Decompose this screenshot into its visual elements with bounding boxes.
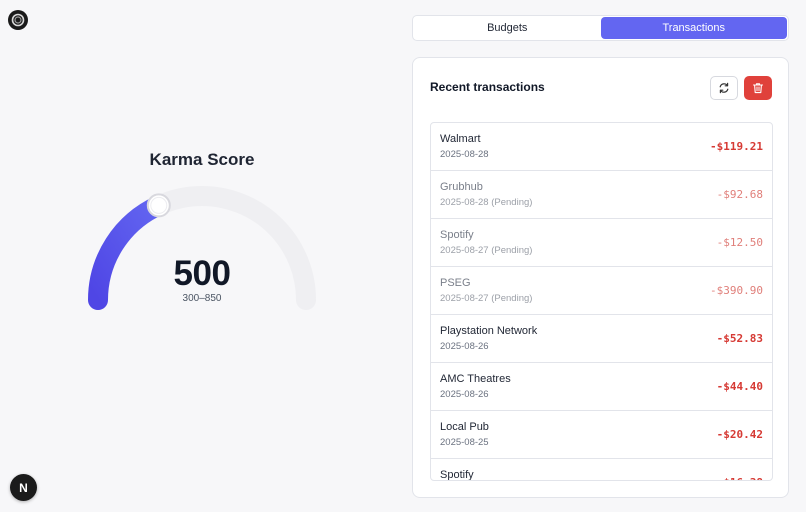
transaction-amount: -$390.90	[710, 284, 763, 297]
transaction-name: AMC Theatres	[440, 373, 511, 385]
trash-icon	[752, 83, 764, 94]
transaction-amount: -$44.40	[716, 380, 763, 393]
transaction-name: Spotify	[440, 469, 474, 481]
transaction-date: 2025-08-25	[440, 437, 489, 448]
transaction-name: Local Pub	[440, 421, 489, 433]
transaction-amount: -$20.42	[716, 428, 763, 441]
transaction-row[interactable]: Spotify 2025-08-27 (Pending) -$12.50	[431, 219, 772, 267]
transaction-amount: -$52.83	[716, 332, 763, 345]
transaction-date: 2025-08-28	[440, 149, 489, 160]
karma-score-range: 300–850	[182, 293, 222, 304]
recent-transactions-card: Recent transactions Walmart 2025-08-28 -$1…	[412, 57, 789, 498]
tab-budgets[interactable]: Budgets	[414, 17, 601, 39]
refresh-icon	[719, 82, 729, 94]
transaction-date: 2025-08-27 (Pending)	[440, 293, 533, 304]
gauge-knob-inner	[150, 196, 168, 214]
transaction-name: Playstation Network	[440, 325, 538, 337]
card-title: Recent transactions	[430, 80, 545, 94]
transaction-row[interactable]: Walmart 2025-08-28 -$119.21	[431, 123, 772, 171]
karma-score-value: 500	[173, 254, 231, 293]
transaction-row[interactable]: Local Pub 2025-08-25 -$20.42	[431, 411, 772, 459]
transaction-date: 2025-08-27 (Pending)	[440, 245, 533, 256]
transaction-name: Walmart	[440, 133, 481, 145]
tab-transactions[interactable]: Transactions	[600, 17, 787, 39]
transaction-row[interactable]: Grubhub 2025-08-28 (Pending) -$92.68	[431, 171, 772, 219]
transaction-name: Grubhub	[440, 181, 483, 193]
transaction-date: 2025-08-26	[440, 389, 489, 400]
view-tabs: Budgets Transactions	[412, 15, 789, 41]
karma-panel: Karma Score 500 300–850	[0, 0, 404, 512]
transaction-row[interactable]: PSEG 2025-08-27 (Pending) -$390.90	[431, 267, 772, 315]
transaction-amount: -$16.38	[717, 476, 763, 480]
transaction-amount: -$12.50	[716, 236, 763, 249]
transaction-row[interactable]: Playstation Network 2025-08-26 -$52.83	[431, 315, 772, 363]
transaction-row[interactable]: Spotify -$16.38	[431, 459, 772, 481]
transaction-list[interactable]: Walmart 2025-08-28 -$119.21 Grubhub 2025-08-…	[430, 122, 773, 481]
transaction-date: 2025-08-26	[440, 341, 489, 352]
transaction-amount: -$92.68	[716, 188, 763, 201]
transaction-row[interactable]: AMC Theatres 2025-08-26 -$44.40	[431, 363, 772, 411]
transaction-date: 2025-08-28 (Pending)	[440, 197, 533, 208]
transaction-amount: -$119.21	[710, 140, 763, 153]
delete-button[interactable]	[744, 76, 772, 100]
dev-indicator-button[interactable]: N	[10, 474, 37, 501]
transaction-name: Spotify	[440, 229, 474, 241]
refresh-button[interactable]	[710, 76, 738, 100]
transaction-name: PSEG	[440, 277, 471, 289]
